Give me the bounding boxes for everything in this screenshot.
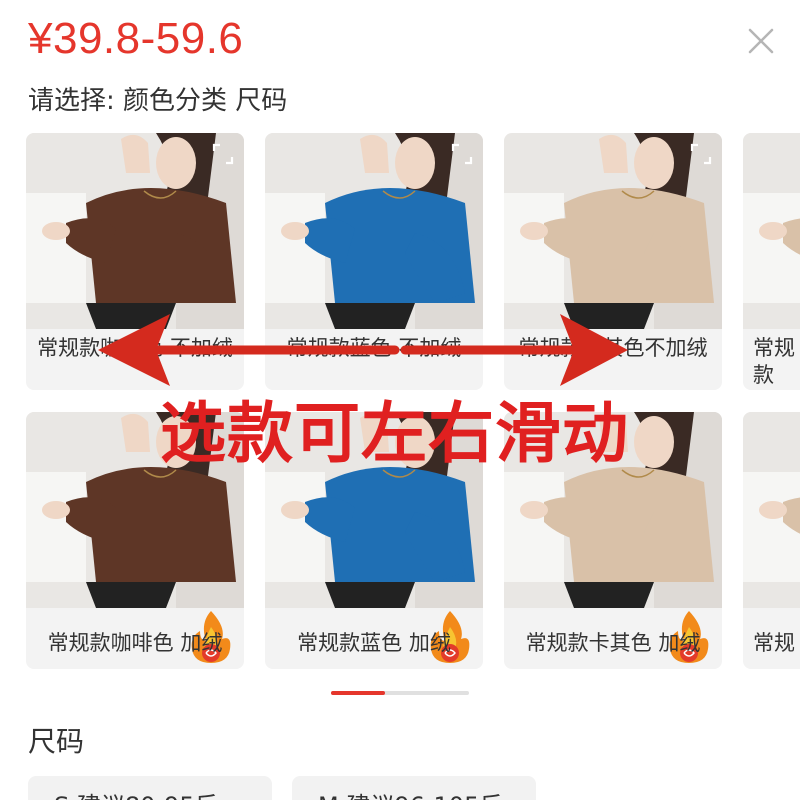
variant-card[interactable]: 常规款蓝色 不加绒 — [265, 133, 483, 390]
variant-label: 常规款蓝色 不加绒 — [286, 336, 462, 360]
variant-label: 常规款卡其色不加绒 — [518, 336, 708, 360]
variant-card[interactable]: 常规 — [743, 412, 800, 669]
expand-icon[interactable] — [212, 143, 234, 165]
expand-icon[interactable] — [690, 143, 712, 165]
variant-label: 常规款卡其色 加绒 — [525, 631, 701, 655]
product-photo — [743, 133, 800, 329]
carousel-indicator-active — [331, 691, 385, 695]
expand-icon[interactable] — [451, 143, 473, 165]
variant-card[interactable]: 常规款咖啡色 不加绒 — [26, 133, 244, 390]
select-prompt: 请选择: 颜色分类 尺码 — [28, 86, 288, 116]
variant-card[interactable]: 常规款 — [743, 133, 800, 390]
product-photo — [743, 412, 800, 608]
variant-label: 常规款蓝色 加绒 — [297, 631, 451, 655]
swipe-hint-text: 选款可左右滑动 — [160, 395, 629, 472]
size-section-title: 尺码 — [28, 725, 85, 758]
variant-label: 常规款 — [753, 336, 795, 387]
variant-label: 常规款咖啡色 加绒 — [47, 631, 223, 655]
price: ¥39.8-59.6 — [28, 14, 244, 63]
variant-card[interactable]: 常规款卡其色不加绒 — [504, 133, 722, 390]
close-icon[interactable] — [744, 24, 778, 58]
carousel-indicator — [331, 691, 469, 695]
variant-label: 常规 — [753, 631, 795, 655]
variant-label: 常规款咖啡色 不加绒 — [37, 336, 233, 360]
size-option-m[interactable]: M 建议96-105斤 — [292, 776, 536, 800]
size-option-s[interactable]: S 建议80-95斤 — [28, 776, 272, 800]
